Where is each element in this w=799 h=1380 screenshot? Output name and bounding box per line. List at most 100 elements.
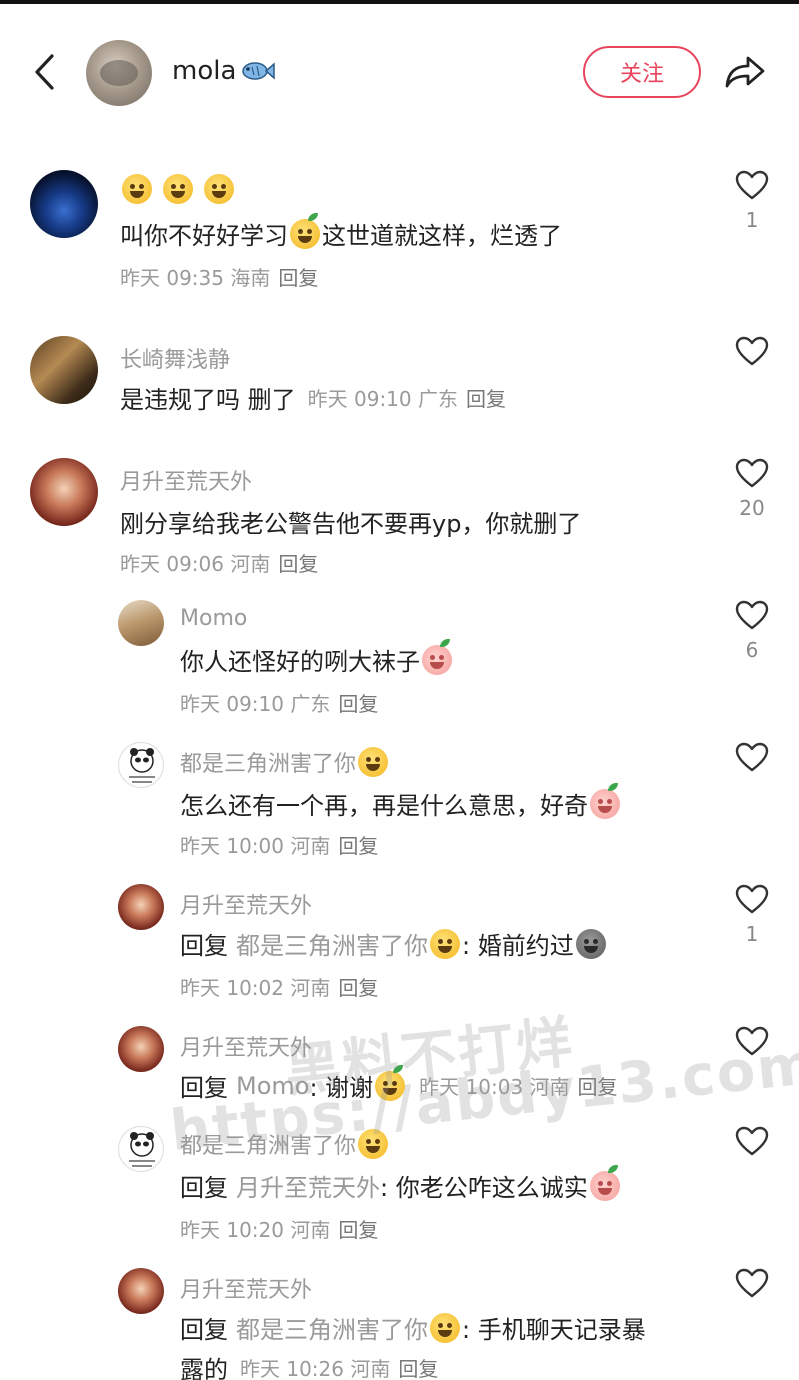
heart-outline-icon [735,600,769,630]
commenter-emoji-name[interactable] [120,174,236,204]
commenter-name[interactable]: 长崎舞浅静 [120,342,230,374]
replier-avatar[interactable] [118,1268,164,1314]
panda-meme-icon [129,1132,155,1167]
like-button[interactable] [726,742,778,772]
replier-avatar[interactable] [118,600,164,646]
like-button[interactable]: 1 [726,170,778,232]
grinning-emoji-icon [204,174,234,204]
like-count: 20 [739,496,765,520]
like-button[interactable]: 1 [726,884,778,946]
reply-meta: 昨天 10:20 河南 回复 [180,1218,379,1242]
follow-button[interactable]: 关注 [583,46,701,98]
reply-text: 回复 都是三角洲害了你 : 手机聊天记录暴 [180,1310,646,1345]
reply-meta: 昨天 09:10 广东 回复 [180,692,379,716]
author-name[interactable]: mola [172,56,276,86]
reply-link[interactable]: 回复 [466,387,506,411]
reply-item: 月升至荒天外 回复 都是三角洲害了你 : 手机聊天记录暴 露的 昨天 10:26 … [0,1268,799,1380]
tired-emoji-icon [358,747,389,777]
panda-meme-icon [129,748,155,783]
replier-avatar[interactable] [118,884,164,930]
replier-avatar[interactable] [118,1026,164,1072]
reply-item: Momo 你人还怪好的咧大袜子 昨天 09:10 广东 回复 6 [0,600,799,720]
reply-meta: 昨天 10:00 河南 回复 [180,834,379,858]
replier-avatar[interactable] [118,1126,164,1172]
reply-link[interactable]: 回复 [338,692,378,716]
reply-text: 回复 月升至荒天外 : 你老公咋这么诚实 [180,1164,622,1203]
reply-item: 月升至荒天外 回复 都是三角洲害了你 : 婚前约过 昨天 10:02 河南 回复 1 [0,884,799,1004]
like-count: 6 [745,638,759,662]
replier-name[interactable]: 都是三角洲害了你 [180,1128,390,1160]
comment-item: 月升至荒天外 刚分享给我老公警告他不要再yp，你就删了 昨天 09:06 河南回… [0,458,799,578]
comment-text: 刚分享给我老公警告他不要再yp，你就删了 [120,510,582,538]
top-border [0,0,799,4]
comment-meta: 昨天 09:06 河南 回复 [120,552,319,576]
like-button[interactable] [726,1126,778,1156]
smug-emoji-icon [290,212,320,249]
reply-item: 都是三角洲害了你 怎么还有一个再，再是什么意思，好奇 昨天 10:00 河南 回复 [0,742,799,862]
reply-text: 怎么还有一个再，再是什么意思，好奇 [180,782,622,821]
reply-link[interactable]: 回复 [578,1075,618,1099]
replier-name[interactable]: 月升至荒天外 [180,1272,312,1304]
reply-text: 回复 Momo : 谢谢 昨天 10:03 河南 回复 [180,1064,618,1103]
heart-outline-icon [735,458,769,488]
back-button[interactable] [24,48,64,96]
comment-text: 叫你不好好学习 这世道就这样，烂透了 [120,212,562,251]
reply-link[interactable]: 回复 [338,976,378,1000]
profile-header: mola 关注 [0,30,799,114]
like-count: 1 [745,208,759,232]
smug-emoji-icon [375,1064,406,1101]
heart-outline-icon [735,1126,769,1156]
commenter-avatar[interactable] [30,336,98,404]
reply-link[interactable]: 回复 [278,266,318,290]
heart-outline-icon [735,1268,769,1298]
fish-icon [242,62,276,80]
replier-name[interactable]: 月升至荒天外 [180,888,312,920]
reply-text: 回复 都是三角洲害了你 : 婚前约过 [180,926,608,961]
grinning-emoji-icon [163,174,193,204]
tired-emoji-icon [430,1312,460,1343]
tired-emoji-icon [430,928,460,959]
commenter-avatar[interactable] [30,458,98,526]
comment-meta: 昨天 09:35 海南 回复 [120,266,319,290]
replier-avatar[interactable] [118,742,164,788]
reply-meta: 昨天 10:26 河南 回复 [240,1357,439,1380]
peach-emoji-icon [422,638,452,675]
reply-link[interactable]: 回复 [398,1357,438,1380]
tired-emoji-icon [358,1129,389,1159]
comment-item: 长崎舞浅静 是违规了吗 删了 昨天 09:10 广东 回复 [0,336,799,426]
grinning-emoji-icon [122,174,152,204]
author-avatar[interactable] [86,40,152,106]
heart-outline-icon [735,1026,769,1056]
like-button[interactable]: 20 [726,458,778,520]
commenter-name[interactable]: 月升至荒天外 [120,464,252,496]
peach-emoji-icon [589,1164,620,1201]
replier-name[interactable]: 都是三角洲害了你 [180,746,390,778]
heart-outline-icon [735,170,769,200]
reply-item: 都是三角洲害了你 回复 月升至荒天外 : 你老公咋这么诚实 昨天 10:20 河南… [0,1126,799,1246]
comment-item: 叫你不好好学习 这世道就这样，烂透了 昨天 09:35 海南 回复 1 [0,170,799,290]
reply-link[interactable]: 回复 [338,834,378,858]
reply-item: 月升至荒天外 回复 Momo : 谢谢 昨天 10:03 河南 回复 [0,1026,799,1116]
like-button[interactable]: 6 [726,600,778,662]
like-count: 1 [745,922,759,946]
comment-meta: 昨天 09:10 广东 回复 [307,387,506,411]
reply-text: 你人还怪好的咧大袜子 [180,638,454,677]
heart-outline-icon [735,336,769,366]
reply-text-line2: 露的 昨天 10:26 河南 回复 [180,1350,438,1380]
share-button[interactable] [722,50,768,94]
bag-emoji-icon [575,928,606,959]
replier-name[interactable]: Momo [180,606,247,631]
comment-text: 是违规了吗 删了 昨天 09:10 广东 回复 [120,380,506,415]
reply-meta: 昨天 10:02 河南 回复 [180,976,379,1000]
heart-outline-icon [735,884,769,914]
replier-name[interactable]: 月升至荒天外 [180,1030,312,1062]
like-button[interactable] [726,1268,778,1298]
like-button[interactable] [726,336,778,366]
share-arrow-icon [725,56,765,88]
back-chevron-icon [35,54,54,90]
peach-emoji-icon [590,782,620,819]
reply-link[interactable]: 回复 [278,552,318,576]
reply-link[interactable]: 回复 [338,1218,378,1242]
like-button[interactable] [726,1026,778,1056]
commenter-avatar[interactable] [30,170,98,238]
